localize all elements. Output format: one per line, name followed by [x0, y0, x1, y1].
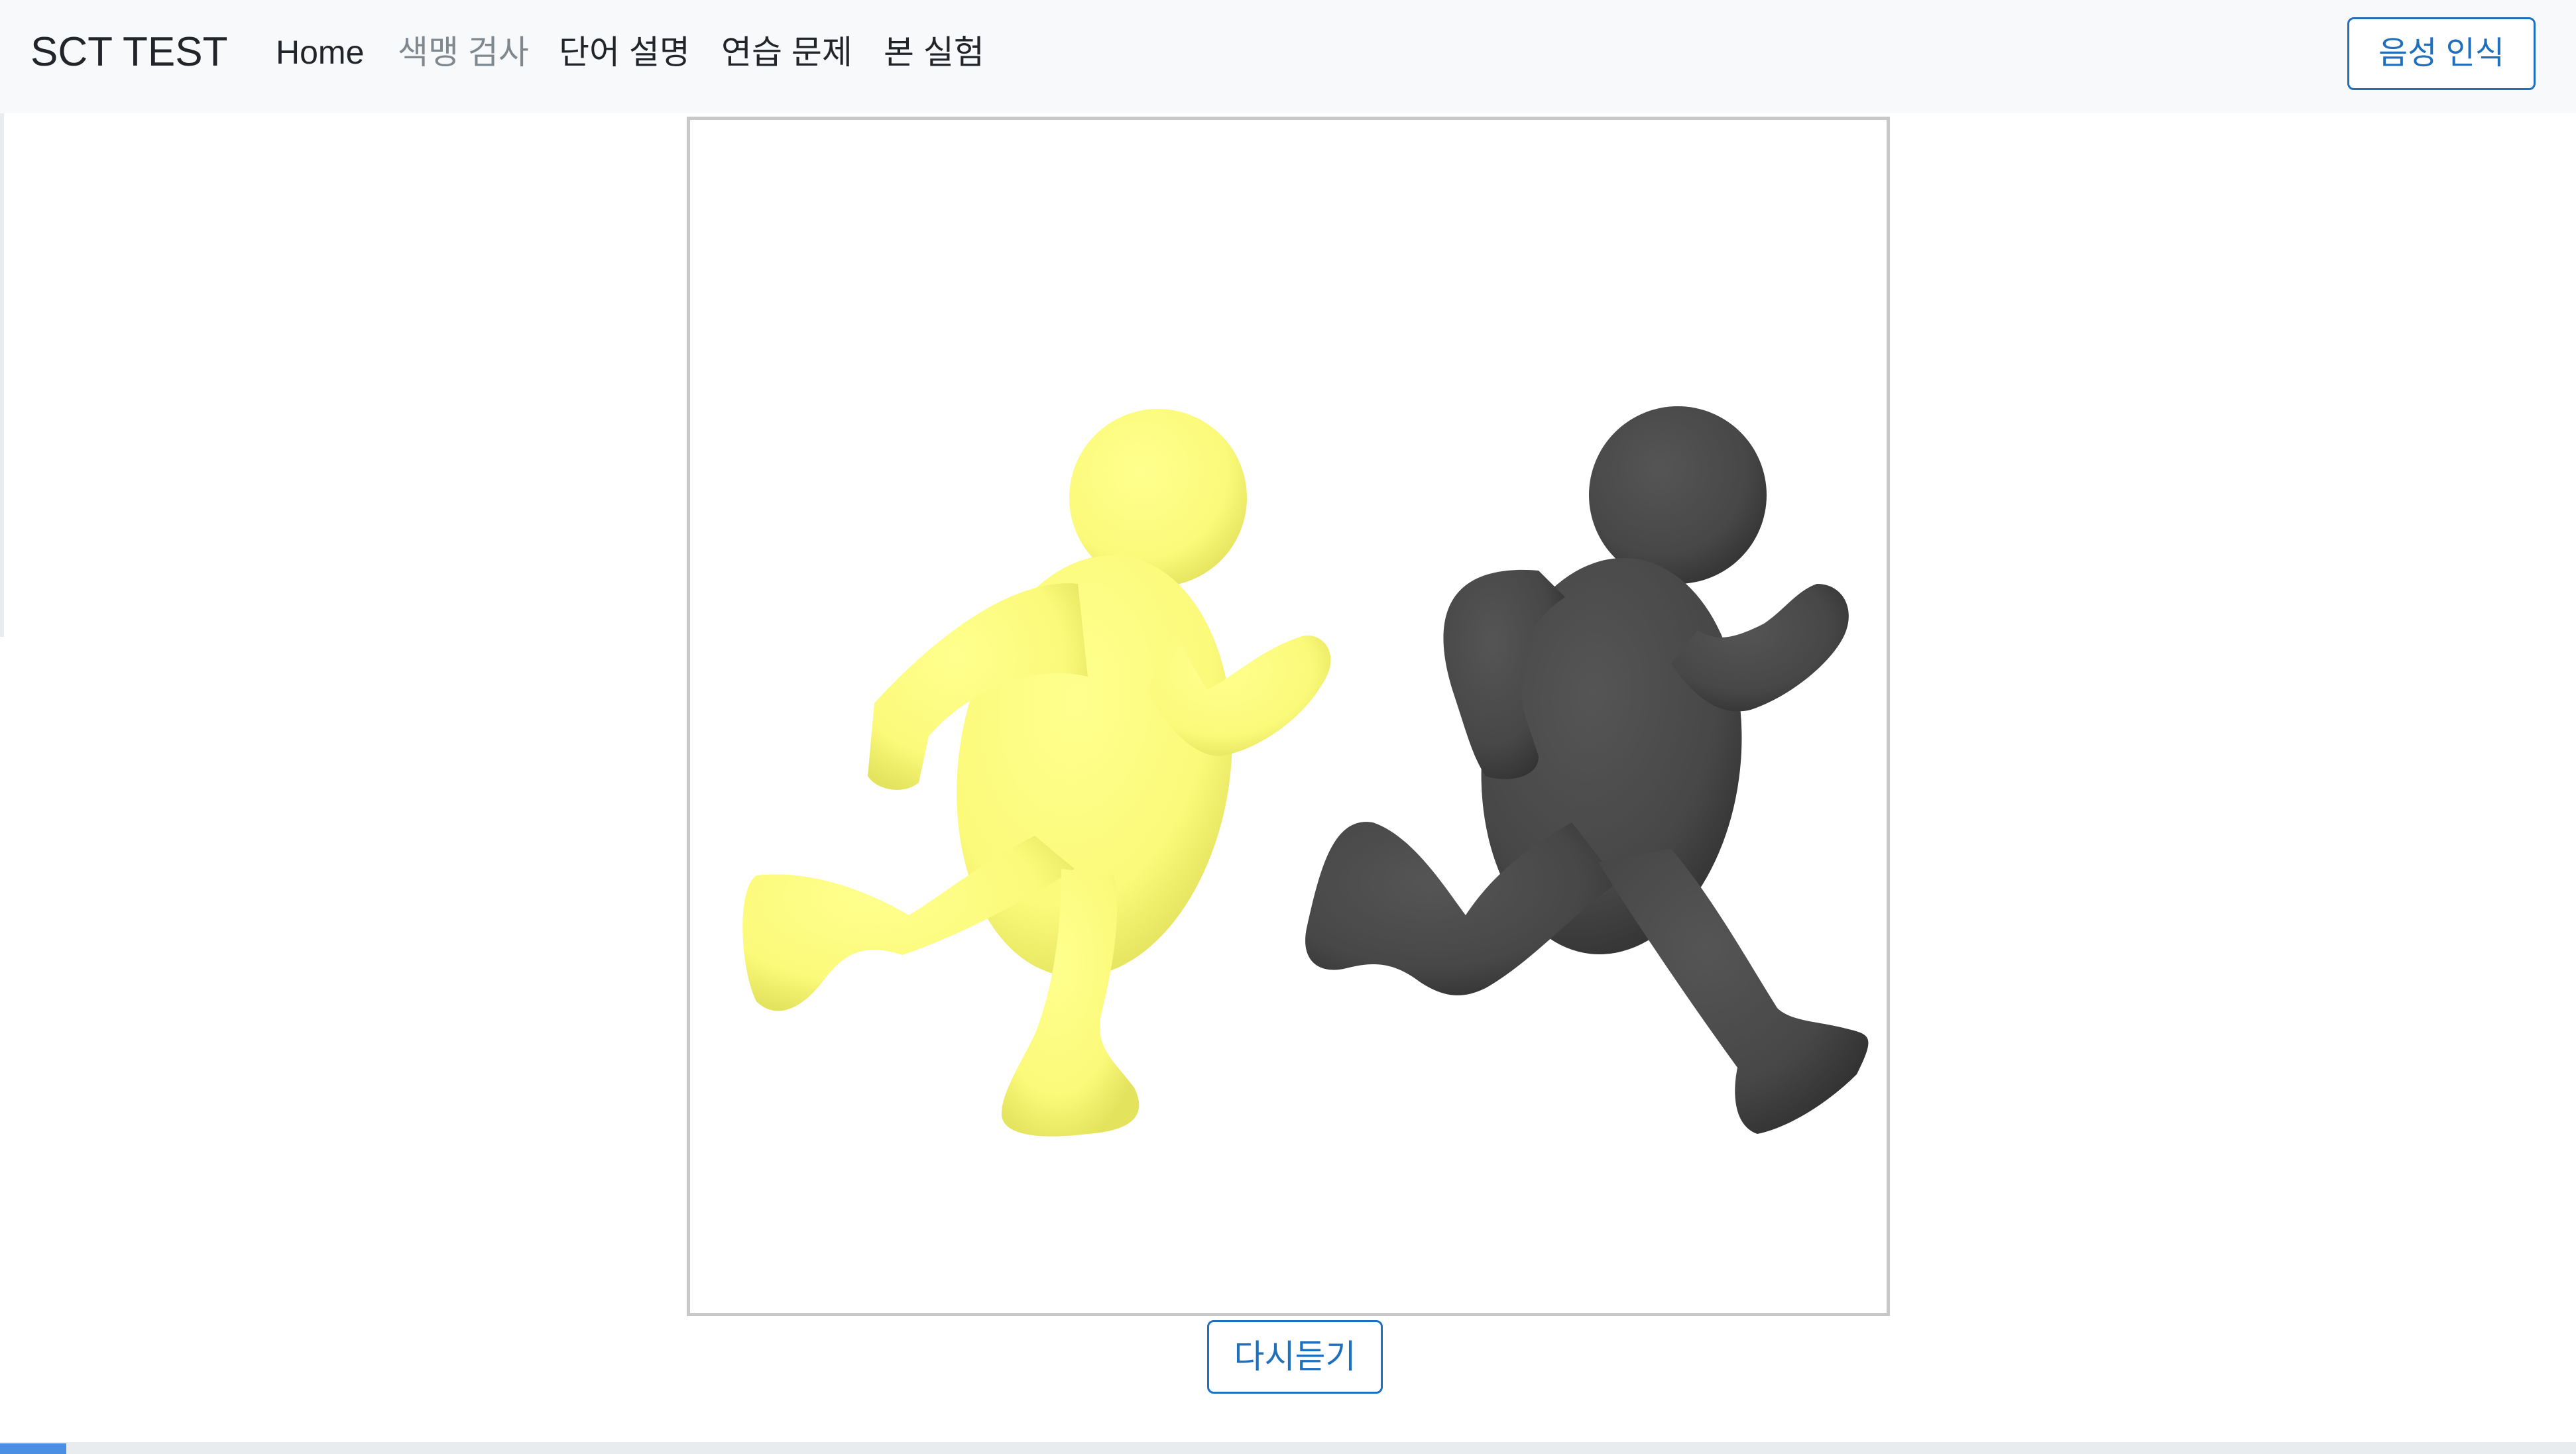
nav-practice-problems[interactable]: 연습 문제	[721, 30, 852, 74]
running-figures-image	[742, 406, 1869, 1137]
nav-word-explanation[interactable]: 단어 설명	[559, 30, 690, 74]
nav-main-experiment[interactable]: 본 실험	[884, 30, 984, 74]
yellow-runner-figure	[742, 409, 1331, 1137]
bottom-indicator	[0, 1443, 66, 1454]
voice-recognition-button[interactable]: 음성 인식	[2347, 17, 2536, 90]
stimulus-image-frame	[687, 117, 1890, 1316]
left-edge-strip	[0, 113, 4, 637]
nav-home[interactable]: Home	[276, 30, 364, 74]
nav-color-blind-test[interactable]: 색맹 검사	[398, 30, 529, 74]
bottom-scrollbar[interactable]	[0, 1442, 2576, 1454]
dark-runner-figure	[1305, 406, 1869, 1134]
navbar: SCT TEST Home 색맹 검사 단어 설명 연습 문제 본 실험 음성 …	[0, 0, 2576, 113]
replay-audio-button[interactable]: 다시듣기	[1207, 1320, 1383, 1394]
brand-logo[interactable]: SCT TEST	[30, 25, 227, 80]
